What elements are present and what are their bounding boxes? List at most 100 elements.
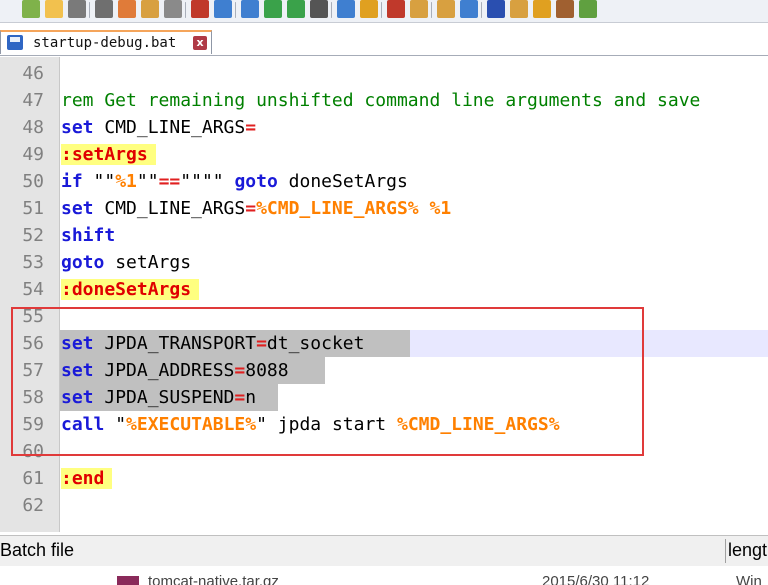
token-op: = bbox=[245, 117, 257, 138]
line-number: 56 bbox=[22, 333, 44, 354]
line-number: 60 bbox=[22, 441, 44, 462]
code-line[interactable]: 46 bbox=[0, 60, 768, 87]
code-line[interactable]: 48 set CMD_LINE_ARGS= bbox=[0, 114, 768, 141]
token-plain: CMD_LINE_ARGS bbox=[93, 117, 246, 138]
token-kw: if bbox=[61, 171, 83, 192]
code-line[interactable]: 56 set JPDA_TRANSPORT=dt_socket bbox=[0, 330, 768, 357]
code-line[interactable]: 52 shift bbox=[0, 222, 768, 249]
toolbar-separator bbox=[331, 2, 332, 18]
save-all-icon[interactable] bbox=[95, 0, 113, 18]
status-file-type: Batch file bbox=[0, 540, 75, 560]
code-text: :end bbox=[61, 465, 113, 492]
code-line[interactable]: 54:doneSetArgs bbox=[0, 276, 768, 303]
code-editor[interactable]: 46 47 rem Get remaining unshifted command … bbox=[0, 57, 768, 532]
code-line[interactable]: 55 bbox=[0, 303, 768, 330]
code-text: set JPDA_TRANSPORT=dt_socket bbox=[61, 330, 364, 357]
tab-label: startup-debug.bat bbox=[33, 35, 177, 51]
close-all-icon[interactable] bbox=[141, 0, 159, 18]
code-text: set JPDA_ADDRESS=8088 bbox=[61, 357, 289, 384]
replace-icon[interactable] bbox=[337, 0, 355, 18]
line-number: 54 bbox=[22, 279, 44, 300]
bg-file-name: tomcat-native.tar.gz bbox=[148, 573, 279, 585]
toolbar bbox=[0, 0, 768, 23]
code-line[interactable]: 58 set JPDA_SUSPEND=n bbox=[0, 384, 768, 411]
token-lbl: :setArgs bbox=[61, 144, 156, 165]
token-var: %CMD_LINE_ARGS% bbox=[256, 198, 419, 219]
open-file-icon[interactable] bbox=[45, 0, 63, 18]
token-kw: set bbox=[61, 387, 94, 408]
code-text: rem Get remaining unshifted command line… bbox=[61, 87, 700, 114]
code-line[interactable]: 51 set CMD_LINE_ARGS=%CMD_LINE_ARGS% %1 bbox=[0, 195, 768, 222]
token-plain: JPDA_TRANSPORT bbox=[93, 333, 257, 354]
token-op: = bbox=[256, 333, 267, 354]
print-icon[interactable] bbox=[164, 0, 182, 18]
token-kw: set bbox=[61, 333, 94, 354]
token-plain: 8088 bbox=[245, 360, 289, 381]
show-all-chars-icon[interactable] bbox=[487, 0, 505, 18]
token-var: %1 bbox=[429, 198, 452, 219]
bg-file-type: Win bbox=[736, 573, 762, 585]
code-line[interactable]: 57 set JPDA_ADDRESS=8088 bbox=[0, 357, 768, 384]
macro-icon[interactable] bbox=[579, 0, 597, 18]
code-line[interactable]: 59 call "%EXECUTABLE%" jpda start %CMD_LI… bbox=[0, 411, 768, 438]
token-plain: "" bbox=[136, 171, 159, 192]
indent-guide-icon[interactable] bbox=[510, 0, 528, 18]
token-op: = bbox=[245, 198, 257, 219]
code-text: set CMD_LINE_ARGS=%CMD_LINE_ARGS% %1 bbox=[61, 195, 451, 222]
token-kw: shift bbox=[61, 225, 116, 246]
code-line[interactable]: 62 bbox=[0, 492, 768, 519]
token-plain: """" bbox=[180, 171, 235, 192]
save-icon[interactable] bbox=[68, 0, 86, 18]
copy-icon[interactable] bbox=[214, 0, 232, 18]
line-number: 62 bbox=[22, 495, 44, 516]
sync-horizontal-icon[interactable] bbox=[437, 0, 455, 18]
user-lang-icon[interactable] bbox=[533, 0, 551, 18]
line-number: 59 bbox=[22, 414, 44, 435]
line-number: 53 bbox=[22, 252, 44, 273]
toolbar-separator bbox=[89, 2, 90, 18]
code-line[interactable]: 61:end bbox=[0, 465, 768, 492]
token-op: == bbox=[158, 171, 181, 192]
token-var: %CMD_LINE_ARGS% bbox=[396, 414, 560, 435]
token-kw: call bbox=[61, 414, 105, 435]
tab-bar: startup-debug.bat x bbox=[0, 23, 768, 56]
cut-icon[interactable] bbox=[191, 0, 209, 18]
tab-startup-debug[interactable]: startup-debug.bat x bbox=[0, 30, 212, 54]
bg-file-date: 2015/6/30 11:12 bbox=[542, 573, 650, 585]
save-icon bbox=[7, 35, 23, 50]
code-line[interactable]: 53 goto setArgs bbox=[0, 249, 768, 276]
token-plain: doneSetArgs bbox=[277, 171, 408, 192]
code-line[interactable]: 49:setArgs bbox=[0, 141, 768, 168]
token-cm: rem Get remaining unshifted command line… bbox=[61, 90, 701, 111]
close-icon[interactable]: x bbox=[193, 36, 207, 50]
code-text: goto setArgs bbox=[61, 249, 191, 276]
zoom-out-icon[interactable] bbox=[387, 0, 405, 18]
paste-icon[interactable] bbox=[241, 0, 259, 18]
code-text: if ""%1""=="""" goto doneSetArgs bbox=[61, 168, 408, 195]
sync-vertical-icon[interactable] bbox=[410, 0, 428, 18]
token-kw: set bbox=[61, 360, 94, 381]
code-line[interactable]: 50 if ""%1""=="""" goto doneSetArgs bbox=[0, 168, 768, 195]
token-plain: JPDA_SUSPEND bbox=[93, 387, 235, 408]
archive-icon bbox=[117, 576, 139, 585]
line-number: 58 bbox=[22, 387, 44, 408]
new-file-icon[interactable] bbox=[22, 0, 40, 18]
toolbar-separator bbox=[481, 2, 482, 18]
status-length: lengt bbox=[728, 540, 768, 560]
token-plain: CMD_LINE_ARGS bbox=[93, 198, 246, 219]
code-line[interactable]: 60 bbox=[0, 438, 768, 465]
toolbar-separator bbox=[431, 2, 432, 18]
token-plain: " jpda start bbox=[256, 414, 397, 435]
undo-icon[interactable] bbox=[264, 0, 282, 18]
word-wrap-icon[interactable] bbox=[460, 0, 478, 18]
redo-icon[interactable] bbox=[287, 0, 305, 18]
zoom-in-icon[interactable] bbox=[360, 0, 378, 18]
code-text: set JPDA_SUSPEND=n bbox=[61, 384, 256, 411]
find-icon[interactable] bbox=[310, 0, 328, 18]
token-var: %1 bbox=[115, 171, 137, 192]
line-number: 57 bbox=[22, 360, 44, 381]
token-kw: set bbox=[61, 117, 94, 138]
doc-map-icon[interactable] bbox=[556, 0, 574, 18]
code-line[interactable]: 47 rem Get remaining unshifted command li… bbox=[0, 87, 768, 114]
close-icon[interactable] bbox=[118, 0, 136, 18]
